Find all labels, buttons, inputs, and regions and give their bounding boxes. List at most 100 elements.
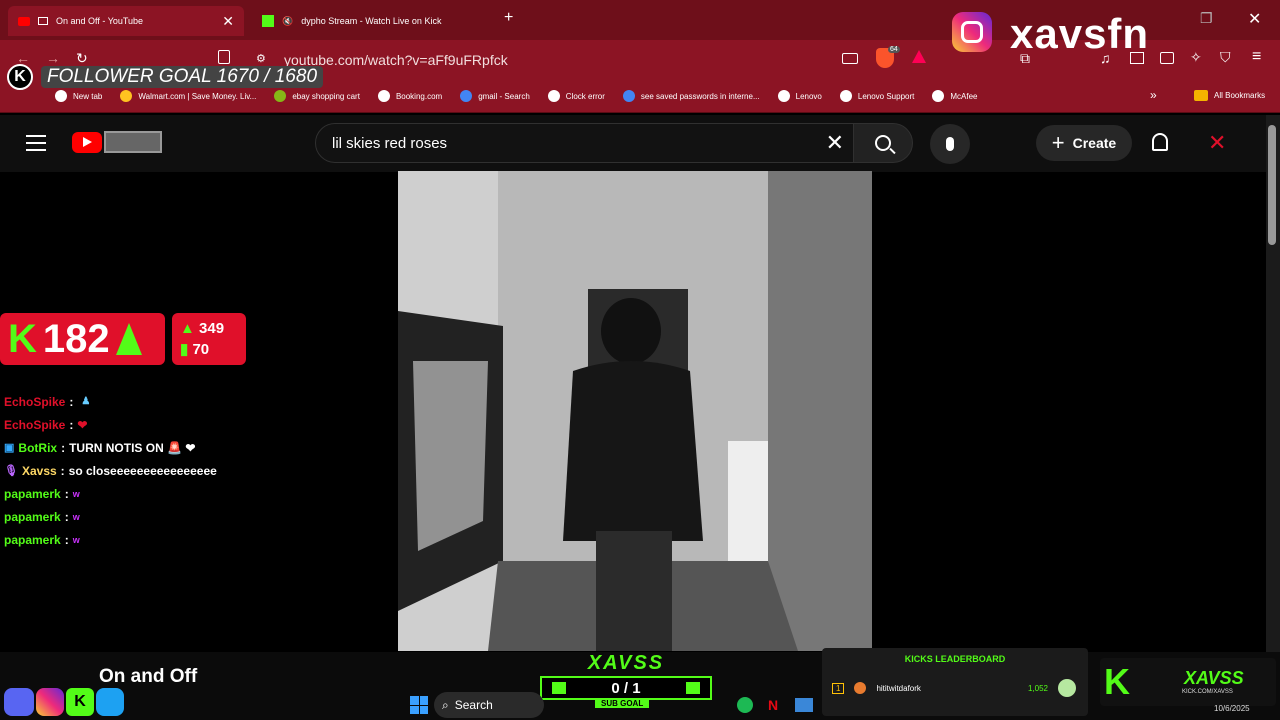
muted-icon: 🔇: [282, 15, 294, 26]
tab-kick[interactable]: 🔇 dypho Stream - Watch Live on Kick: [252, 6, 488, 36]
hamburger-menu-icon[interactable]: [26, 135, 46, 151]
arrow-up-icon: [115, 323, 142, 355]
bookmark-item[interactable]: see saved passwords in interne...: [622, 90, 760, 102]
leaderboard-rank: 1: [832, 682, 845, 694]
chat-message: papamerk: w: [4, 532, 80, 547]
bookmark-item[interactable]: Clock error: [547, 90, 605, 102]
kick-small-icon: K: [66, 688, 94, 716]
scrollbar-thumb[interactable]: [1268, 125, 1276, 245]
chat-user: Xavss: [21, 463, 57, 478]
taskbar-search[interactable]: ⌕ Search: [434, 692, 544, 718]
search-icon: [875, 135, 896, 155]
chat-user: papamerk: [4, 486, 61, 501]
clear-search-icon[interactable]: ✕: [826, 130, 844, 156]
follower-goal-text: FOLLOWER GOAL 1670 / 1680: [41, 66, 324, 88]
instagram-small-icon: [36, 688, 64, 716]
kick-k-icon: K: [8, 316, 37, 361]
microphone-icon: [946, 137, 954, 151]
kick-logo-icon: K: [7, 64, 33, 90]
create-label: Create: [1072, 135, 1117, 151]
notifications-icon[interactable]: [1152, 133, 1168, 151]
globe-icon: [377, 90, 390, 102]
tab-audio-icon: [38, 17, 48, 25]
chat-message: EchoSpike: ❤: [4, 417, 88, 432]
video-player[interactable]: [398, 171, 872, 651]
new-tab-button[interactable]: +: [504, 9, 513, 27]
wallet-icon[interactable]: [1160, 52, 1174, 64]
search-icon: [622, 90, 635, 102]
windows-start-icon[interactable]: [410, 696, 428, 714]
bookmark-item[interactable]: Lenovo: [777, 90, 822, 102]
social-icons: K: [4, 688, 124, 716]
leaderboard-user: hititwitdafork: [876, 683, 921, 693]
restore-window-icon[interactable]: ❐: [1200, 10, 1213, 27]
stats-widget: ▲ 349 ▮ 70: [172, 313, 246, 365]
globe-icon: [777, 90, 790, 102]
doodle-thumbnail[interactable]: [104, 131, 162, 153]
youtube-favicon-icon: [18, 16, 30, 26]
close-window-icon[interactable]: ✕: [1248, 9, 1261, 29]
kick-brand: XAVSS: [1184, 668, 1244, 688]
stat-subs: 70: [192, 341, 210, 358]
instagram-handle: xavsfn: [1010, 10, 1150, 57]
chat-message: 🎙 Xavss: so closeeeeeeeeeeeeeeee: [4, 463, 217, 478]
spotify-icon[interactable]: [737, 697, 753, 713]
stat-followers: 349: [199, 320, 225, 337]
leo-ai-icon[interactable]: ✧: [1190, 49, 1202, 66]
bookmark-item[interactable]: gmail - Search: [460, 90, 530, 102]
shield-count-badge: 64: [888, 46, 900, 53]
skull-icon: [1058, 679, 1076, 697]
search-query: lil skies red roses: [332, 134, 448, 152]
avatar[interactable]: ✕: [1208, 130, 1226, 156]
close-tab-icon[interactable]: ✕: [222, 13, 234, 30]
kick-url: KICK.COM/XAVSS: [1182, 689, 1233, 695]
create-button[interactable]: + Create: [1036, 125, 1132, 161]
chat-overlay: EchoSpike: ♟ EchoSpike: ❤ ▣ BotRix: TURN NOT…: [4, 390, 344, 551]
kick-brand-widget: K XAVSS KICK.COM/XAVSS: [1100, 658, 1276, 706]
bookmark-item[interactable]: Lenovo Support: [839, 90, 914, 102]
chat-user: papamerk: [4, 509, 61, 524]
rewards-icon[interactable]: [912, 50, 926, 63]
globe-icon: [932, 90, 945, 102]
youtube-logo[interactable]: [72, 132, 102, 153]
globe-icon: [547, 90, 560, 102]
bookmark-item[interactable]: Booking.com: [377, 90, 442, 102]
sub-goal-label: SUB GOAL: [595, 699, 650, 708]
video-title: On and Off: [99, 666, 198, 687]
vpn-icon[interactable]: ⛉: [1220, 49, 1231, 66]
sub-count: 0 / 1: [611, 679, 641, 697]
leaderboard-value: 1,052: [1027, 683, 1048, 693]
viewer-count-widget: K 182: [0, 313, 165, 365]
twitter-icon: [96, 688, 124, 716]
taskbar-search-label: Search: [454, 698, 493, 712]
search-input[interactable]: lil skies red roses ✕: [315, 123, 863, 163]
emote-icon: ♟: [81, 396, 91, 407]
all-bookmarks-button[interactable]: All Bookmarks: [1194, 90, 1265, 101]
netflix-icon[interactable]: N: [768, 697, 778, 713]
kick-favicon-icon: [262, 15, 274, 27]
bookmark-item[interactable]: McAfee: [932, 90, 978, 102]
tab-youtube[interactable]: On and Off - YouTube ✕: [8, 6, 244, 36]
broadcaster-badge-icon: 🎙: [4, 465, 18, 477]
tab-title: dypho Stream - Watch Live on Kick: [301, 16, 442, 26]
voice-search-button[interactable]: [930, 124, 970, 164]
search-button[interactable]: [853, 123, 913, 163]
more-bookmarks-icon[interactable]: »: [1150, 88, 1157, 102]
sub-brand: XAVSS: [587, 652, 665, 674]
menu-icon[interactable]: ≡: [1252, 48, 1261, 66]
app-icon[interactable]: [795, 698, 813, 712]
emote-icon: w: [72, 488, 80, 499]
viewer-count: 182: [42, 316, 110, 361]
chat-text: so closeeeeeeeeeeeeeeee: [68, 463, 217, 478]
emote-icon: w: [72, 511, 80, 522]
emote-icon: w: [72, 534, 80, 545]
taskbar-date: 10/6/2025: [1214, 704, 1250, 713]
kick-sub-icon: [552, 682, 566, 694]
subs-bar-icon: ▮: [180, 341, 189, 358]
plus-icon: +: [1051, 130, 1065, 155]
cast-icon[interactable]: [842, 53, 858, 64]
discord-icon: [4, 688, 34, 716]
followers-icon: ▲: [180, 320, 195, 337]
search-icon: [460, 90, 473, 102]
chat-message: ▣ BotRix: TURN NOTIS ON 🚨 ❤: [4, 440, 196, 455]
